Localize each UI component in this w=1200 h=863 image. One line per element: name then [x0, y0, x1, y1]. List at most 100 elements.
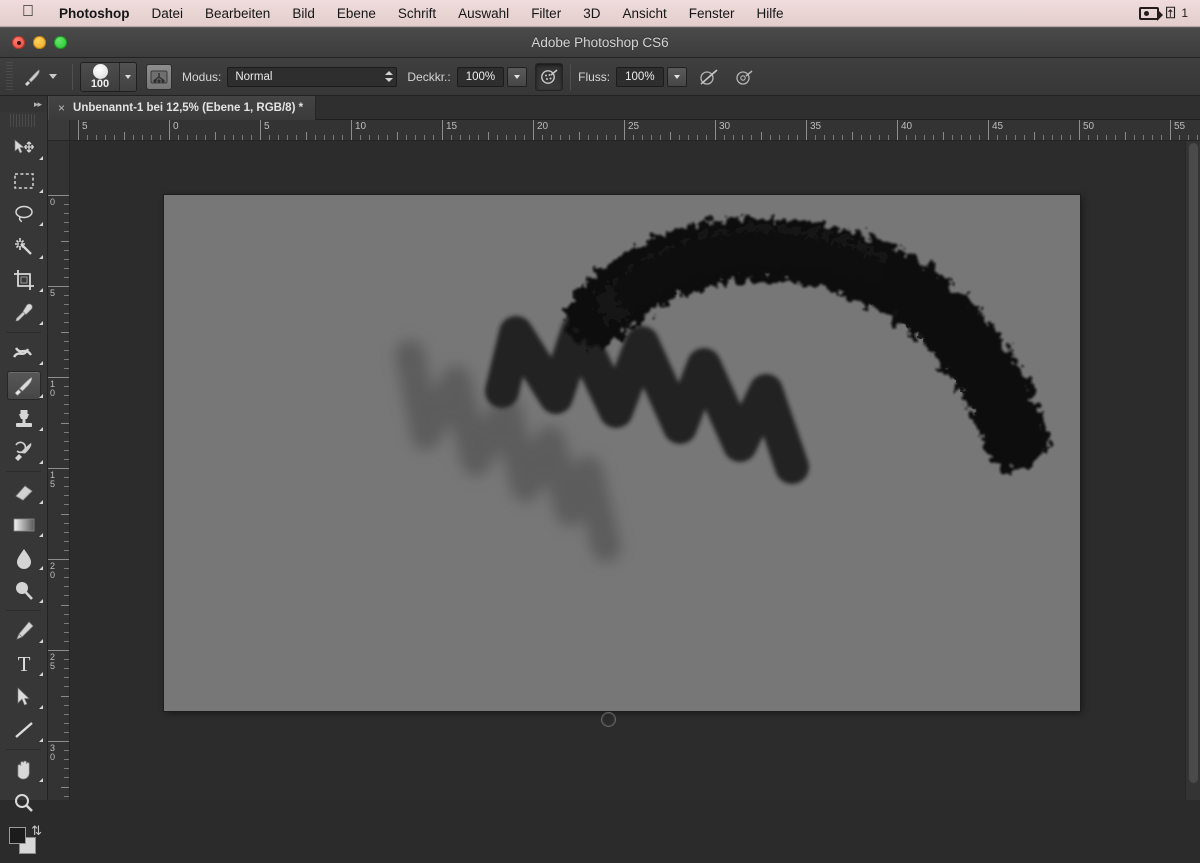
brush-panel-toggle-button[interactable] [146, 64, 172, 90]
sidebar-item-move-tool[interactable] [0, 131, 48, 164]
sidebar-item-line-tool[interactable] [0, 713, 48, 746]
sidebar-item-dodge-tool[interactable] [0, 574, 48, 607]
ruler-subtick-h [233, 135, 234, 140]
brush-preset-chevron-icon[interactable] [119, 63, 136, 91]
ruler-subtick-v [64, 450, 69, 451]
ruler-subtick-v [64, 532, 69, 533]
brush-tool-icon[interactable] [17, 63, 47, 91]
ruler-subtick-h [952, 135, 953, 140]
ruler-subtick-h [269, 135, 270, 140]
opacity-pressure-toggle[interactable] [535, 63, 563, 91]
ruler-corner[interactable] [48, 120, 70, 141]
ruler-subtick-h [497, 135, 498, 140]
blend-mode-select[interactable]: Normal [227, 67, 397, 87]
ruler-subtick-v [64, 723, 69, 724]
sidebar-item-magic-wand-tool[interactable] [0, 230, 48, 263]
document-tab[interactable]: × Unbenannt-1 bei 12,5% (Ebene 1, RGB/8)… [48, 96, 316, 120]
menu-item-3d[interactable]: 3D [572, 4, 611, 23]
color-swatches: ⇅ [0, 823, 47, 863]
menu-item-photoshop[interactable]: Photoshop [48, 4, 141, 23]
ruler-subtick-h [1152, 135, 1153, 140]
menu-item-fenster[interactable]: Fenster [678, 4, 746, 23]
sidebar-item-type-tool[interactable]: T [0, 647, 48, 680]
menu-item-datei[interactable]: Datei [141, 4, 195, 23]
brush-tool-preset-chevron-icon[interactable] [49, 74, 57, 79]
screen-record-icon[interactable] [1139, 7, 1159, 20]
menu-item-ebene[interactable]: Ebene [326, 4, 387, 23]
scrollbar-thumb[interactable] [1189, 143, 1198, 783]
flow-slider-chevron-icon[interactable] [667, 67, 687, 87]
sidebar-item-crop-tool[interactable] [0, 263, 48, 296]
sidebar-item-marquee-tool[interactable] [0, 164, 48, 197]
ruler-subtick-h [879, 135, 880, 140]
menu-item-filter[interactable]: Filter [520, 4, 572, 23]
brush-preset-picker[interactable]: 100 [80, 62, 137, 92]
ruler-subtick-v [64, 614, 69, 615]
adobe-logo-icon[interactable]: ⍐ [1166, 3, 1175, 23]
tools-divider-4 [6, 749, 41, 750]
tool-options-bar: 100 Modus: Normal Deckkr.: 100% Fl [0, 58, 1200, 96]
brush-preset-preview[interactable]: 100 [81, 63, 119, 91]
menu-item-bild[interactable]: Bild [281, 4, 326, 23]
sidebar-item-eyedropper-tool[interactable] [0, 296, 48, 329]
sidebar-item-lasso-tool[interactable] [0, 197, 48, 230]
sidebar-item-zoom-tool[interactable] [0, 786, 48, 819]
macos-menu-bar:  Photoshop Datei Bearbeiten Bild Ebene … [0, 0, 1200, 27]
tools-divider-3 [6, 610, 41, 611]
blend-mode-stepper-icon[interactable] [383, 69, 394, 85]
close-icon[interactable]: × [58, 101, 65, 115]
ruler-tick-h: 15 [442, 120, 443, 141]
canvas-work-area[interactable] [70, 141, 1200, 800]
ruler-tick-v: 10 [48, 377, 70, 378]
tools-divider-2 [6, 471, 41, 472]
menu-item-hilfe[interactable]: Hilfe [746, 4, 795, 23]
sidebar-item-clone-stamp-tool[interactable] [0, 402, 48, 435]
swap-colors-icon[interactable]: ⇅ [31, 823, 42, 839]
options-bar-grip[interactable] [6, 62, 13, 92]
opacity-input[interactable]: 100% [457, 67, 504, 87]
ruler-subtick-v [64, 486, 69, 487]
document-canvas[interactable] [164, 195, 1080, 711]
ruler-subtick-h [560, 135, 561, 140]
sidebar-item-path-selection-tool[interactable] [0, 680, 48, 713]
menu-item-bearbeiten[interactable]: Bearbeiten [194, 4, 281, 23]
sidebar-item-brush-tool[interactable] [0, 369, 48, 402]
ruler-subtick-h [87, 135, 88, 140]
ruler-tick-h: 45 [988, 120, 989, 141]
ruler-subtick-h [852, 132, 853, 140]
ruler-tick-h: 50 [1079, 120, 1080, 141]
sidebar-item-hand-tool[interactable] [0, 753, 48, 786]
ruler-subtick-h [979, 135, 980, 140]
sidebar-item-history-brush-tool[interactable] [0, 435, 48, 468]
ruler-subtick-h [1006, 135, 1007, 140]
ruler-subtick-h [933, 135, 934, 140]
opacity-slider-chevron-icon[interactable] [507, 67, 527, 87]
sidebar-item-pen-tool[interactable] [0, 614, 48, 647]
vertical-scrollbar[interactable] [1185, 141, 1200, 800]
menu-item-schrift[interactable]: Schrift [387, 4, 447, 23]
ruler-subtick-h [1197, 135, 1198, 140]
horizontal-ruler[interactable]: 50510152025303540455055 [70, 120, 1200, 141]
menu-trailing-text[interactable]: 1 [1181, 6, 1188, 20]
sidebar-item-blur-tool[interactable] [0, 541, 48, 574]
ruler-subtick-h [287, 135, 288, 140]
ruler-subtick-v [64, 459, 69, 460]
sidebar-item-healing-brush-tool[interactable] [0, 336, 48, 369]
foreground-color-swatch[interactable] [9, 827, 26, 844]
collapse-tools-button[interactable]: ▸▸ [0, 96, 47, 112]
vertical-ruler[interactable]: 051015202530 [48, 141, 70, 800]
ruler-subtick-h [96, 135, 97, 140]
ruler-subtick-h [906, 135, 907, 140]
ruler-subtick-h [160, 135, 161, 140]
size-pressure-toggle-button[interactable] [731, 63, 759, 91]
menu-item-auswahl[interactable]: Auswahl [447, 4, 520, 23]
apple-logo-icon[interactable]:  [22, 4, 34, 20]
tools-panel-grip[interactable] [10, 114, 37, 127]
ruler-subtick-v [64, 341, 69, 342]
airbrush-toggle-button[interactable] [695, 63, 723, 91]
flow-input[interactable]: 100% [616, 67, 663, 87]
sidebar-item-eraser-tool[interactable] [0, 475, 48, 508]
sidebar-item-gradient-tool[interactable] [0, 508, 48, 541]
menu-item-ansicht[interactable]: Ansicht [611, 4, 677, 23]
ruler-subtick-v [64, 268, 69, 269]
